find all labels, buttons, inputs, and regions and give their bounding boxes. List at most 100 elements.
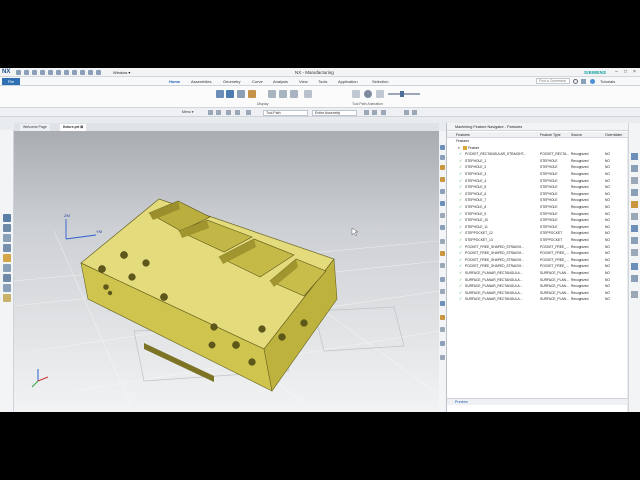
table-row[interactable]: ✓ SURFACE_PLANAR_RECTANGULA... SURFACE_PLA… (447, 283, 628, 290)
roles-tab-icon[interactable] (631, 275, 638, 282)
shaded-display-icon[interactable] (216, 90, 224, 98)
window-icon[interactable] (96, 70, 101, 75)
copy-icon[interactable] (48, 70, 53, 75)
feature-properties-icon[interactable] (440, 251, 445, 256)
snap-quadrant-icon[interactable] (412, 110, 417, 115)
close-icon[interactable]: × (630, 69, 639, 75)
search-icon[interactable] (573, 79, 578, 84)
snap-icon[interactable] (216, 110, 221, 115)
feature-group-icon[interactable] (440, 177, 445, 182)
feature-navigator-icon[interactable] (3, 234, 11, 242)
ribbon-options-icon[interactable] (581, 79, 586, 84)
tab-welcome-page[interactable]: Welcome Page (20, 124, 50, 131)
process-studio-tab-icon[interactable] (631, 263, 638, 270)
snap-center-icon[interactable] (404, 110, 409, 115)
command-search-input[interactable]: Find a Command (536, 78, 570, 84)
selection-scope-dropdown[interactable]: Entire Assembly (312, 109, 357, 116)
fit-view-icon[interactable] (237, 90, 245, 98)
undo-icon[interactable] (24, 70, 29, 75)
web-browser-icon[interactable] (3, 294, 11, 302)
orient-view-icon[interactable] (248, 90, 256, 98)
machine-tool-icon[interactable] (3, 224, 11, 232)
table-row[interactable]: ✓ STEPHOLE_5 STEPHOLE Recognized NO (447, 184, 628, 191)
part-tab-icon[interactable] (631, 189, 638, 196)
reuse-tab-icon[interactable] (631, 201, 638, 208)
graphics-viewport[interactable]: ZM YM (14, 131, 439, 412)
hide-icon[interactable] (440, 155, 445, 160)
table-row[interactable]: ✓ SURFACE_PLANAR_RECTANGULA... SURFACE_PLA… (447, 296, 628, 303)
preview-section[interactable]: Preview (447, 398, 628, 405)
measure-icon[interactable] (440, 327, 445, 332)
step-back-icon[interactable] (279, 90, 287, 98)
web-tab-icon[interactable] (631, 225, 638, 232)
replay-icon[interactable] (268, 90, 276, 98)
table-row[interactable]: ✓ STEPHOLE_11 STEPHOLE Recognized NO (447, 224, 628, 231)
touch-mode-icon[interactable] (72, 70, 77, 75)
tree-root-features[interactable]: Features (447, 138, 628, 145)
wireframe-display-icon[interactable] (226, 90, 234, 98)
file-menu-button[interactable]: File (2, 78, 20, 85)
hd3d-tab-icon[interactable] (631, 213, 638, 220)
snap-point-icon[interactable] (364, 110, 369, 115)
roles-icon[interactable] (3, 284, 11, 292)
table-row[interactable]: ✓ STEPHOLE_8 STEPHOLE Recognized NO (447, 204, 628, 211)
table-row[interactable]: ✓ STEPHOLE_6 STEPHOLE Recognized NO (447, 191, 628, 198)
process-icon[interactable] (3, 274, 11, 282)
filter-icon[interactable] (440, 213, 445, 218)
part-model[interactable]: ZM YM (14, 131, 439, 412)
table-row[interactable]: ✓ SURFACE_PLANAR_RECTANGULA... SURFACE_PLA… (447, 270, 628, 277)
tab-home[interactable]: Home (169, 79, 180, 84)
table-row[interactable]: ✓ STEPHOLE_1 STEPHOLE Recognized NO (447, 158, 628, 165)
animation-speed-handle[interactable] (400, 91, 404, 97)
part-navigator-icon[interactable] (3, 244, 11, 252)
paste-icon[interactable] (56, 70, 61, 75)
selection-mode-icon[interactable] (226, 110, 231, 115)
find-feature-icon[interactable] (440, 165, 445, 170)
tab-application[interactable]: Application (338, 79, 358, 84)
expand-icon[interactable] (440, 239, 445, 244)
feature-report-icon[interactable] (440, 315, 445, 320)
table-row[interactable]: ✓ STEPHOLE_10 STEPHOLE Recognized NO (447, 217, 628, 224)
delete-feature-icon[interactable] (440, 277, 445, 282)
tab-geometry[interactable]: Geometry (223, 79, 241, 84)
reuse-library-icon[interactable] (3, 254, 11, 262)
tab-curve[interactable]: Curve (252, 79, 263, 84)
deselect-icon[interactable] (246, 110, 251, 115)
table-row[interactable]: ✓ STEPHOLE_9 STEPHOLE Recognized NO (447, 211, 628, 218)
play-icon[interactable] (364, 90, 372, 98)
table-row[interactable]: ✓ POCKET_FREE_SHAPED_STRAIGH... POCKET_FRE… (447, 257, 628, 264)
history-icon[interactable] (3, 264, 11, 272)
table-row[interactable]: ✓ SURFACE_PLANAR_RECTANGULA... SURFACE_PLA… (447, 277, 628, 284)
table-row[interactable]: ✓ STEPHOLE_3 STEPHOLE Recognized NO (447, 171, 628, 178)
operation-navigator-icon[interactable] (3, 214, 11, 222)
window-menu[interactable]: Window ▾ (113, 70, 130, 75)
assembly-tab-icon[interactable] (631, 165, 638, 172)
tab-analysis[interactable]: Analysis (273, 79, 288, 84)
customize-icon[interactable] (80, 70, 85, 75)
table-row[interactable]: ✓ STEPHOLE_7 STEPHOLE Recognized NO (447, 197, 628, 204)
menu-button[interactable]: Menu ▾ (180, 110, 202, 116)
animation-prev-icon[interactable] (352, 90, 360, 98)
columns-icon[interactable] (440, 225, 445, 230)
tree-group-feature[interactable]: ▾ Feature (447, 145, 628, 152)
copy-feature-icon[interactable] (440, 289, 445, 294)
play-back-icon[interactable] (304, 90, 312, 98)
maximize-icon[interactable]: □ (621, 69, 630, 75)
show-all-icon[interactable] (440, 145, 445, 150)
help-icon[interactable] (590, 79, 595, 84)
table-row[interactable]: ✓ SURFACE_PLANAR_RECTANGULA... SURFACE_PLA… (447, 290, 628, 297)
tab-tools[interactable]: Tools (318, 79, 327, 84)
tab-fixture-part[interactable]: fixture.prt ⊠ (60, 124, 87, 131)
machined-block[interactable] (80, 198, 338, 392)
edit-feature-icon[interactable] (440, 263, 445, 268)
tab-view[interactable]: View (299, 79, 308, 84)
redo-icon[interactable] (32, 70, 37, 75)
mcs-axes[interactable] (65, 219, 97, 240)
step-forward-icon[interactable] (290, 90, 298, 98)
feature-teaching-icon[interactable] (440, 201, 445, 206)
manufacturing-wizard-tab-icon[interactable] (631, 291, 638, 298)
type-filter-dropdown[interactable]: Tool Path (263, 109, 308, 116)
create-operation-icon[interactable] (440, 301, 445, 306)
constraint-tab-icon[interactable] (631, 177, 638, 184)
selection-filter-icon[interactable] (208, 110, 213, 115)
